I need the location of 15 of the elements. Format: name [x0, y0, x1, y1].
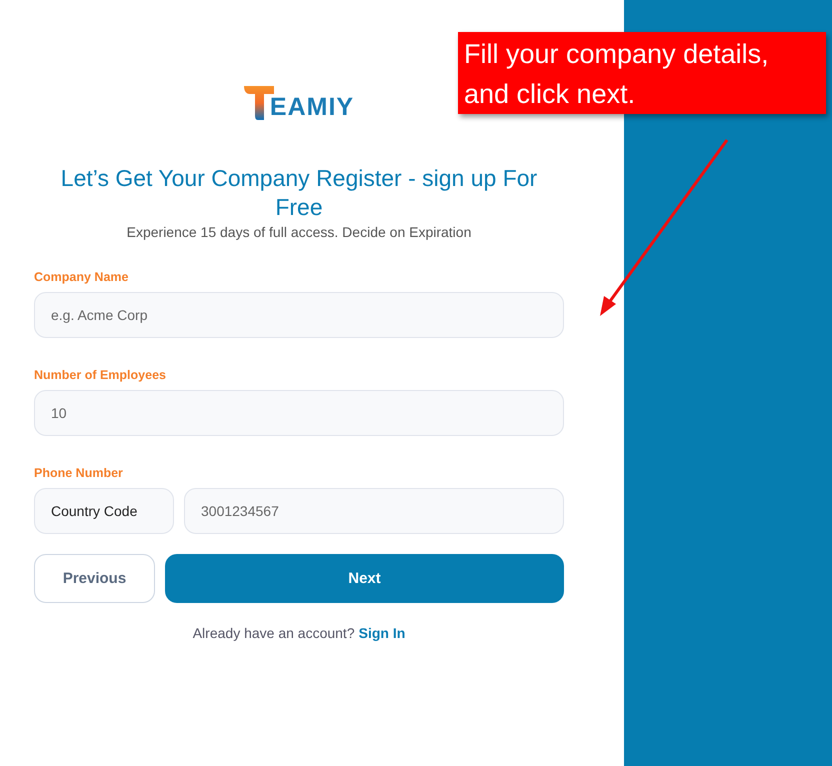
subheading: Experience 15 days of full access. Decide on Expiration	[126, 224, 472, 240]
field-label: Number of Employees	[34, 368, 166, 382]
page-heading: Let’s Get Your Company Register - sign up For Free	[60, 164, 538, 222]
input-field[interactable]: e.g. Acme Corp	[34, 292, 564, 338]
signin-prompt: Already have an account?	[192, 625, 355, 641]
country-code-select[interactable]: Country Code	[34, 488, 174, 534]
logo-text: EAMIY	[270, 95, 354, 120]
field-label: Phone Number	[34, 466, 123, 480]
phone-input[interactable]: 3001234567	[184, 488, 564, 534]
field-label: Company Name	[34, 270, 128, 284]
callout-note: Fill your company details, and click next.	[458, 32, 826, 114]
sign-in-link[interactable]: Sign In	[358, 625, 406, 641]
input-field[interactable]: 10	[34, 390, 564, 436]
previous-button[interactable]: Previous	[34, 554, 155, 603]
next-button[interactable]: Next	[165, 554, 564, 603]
